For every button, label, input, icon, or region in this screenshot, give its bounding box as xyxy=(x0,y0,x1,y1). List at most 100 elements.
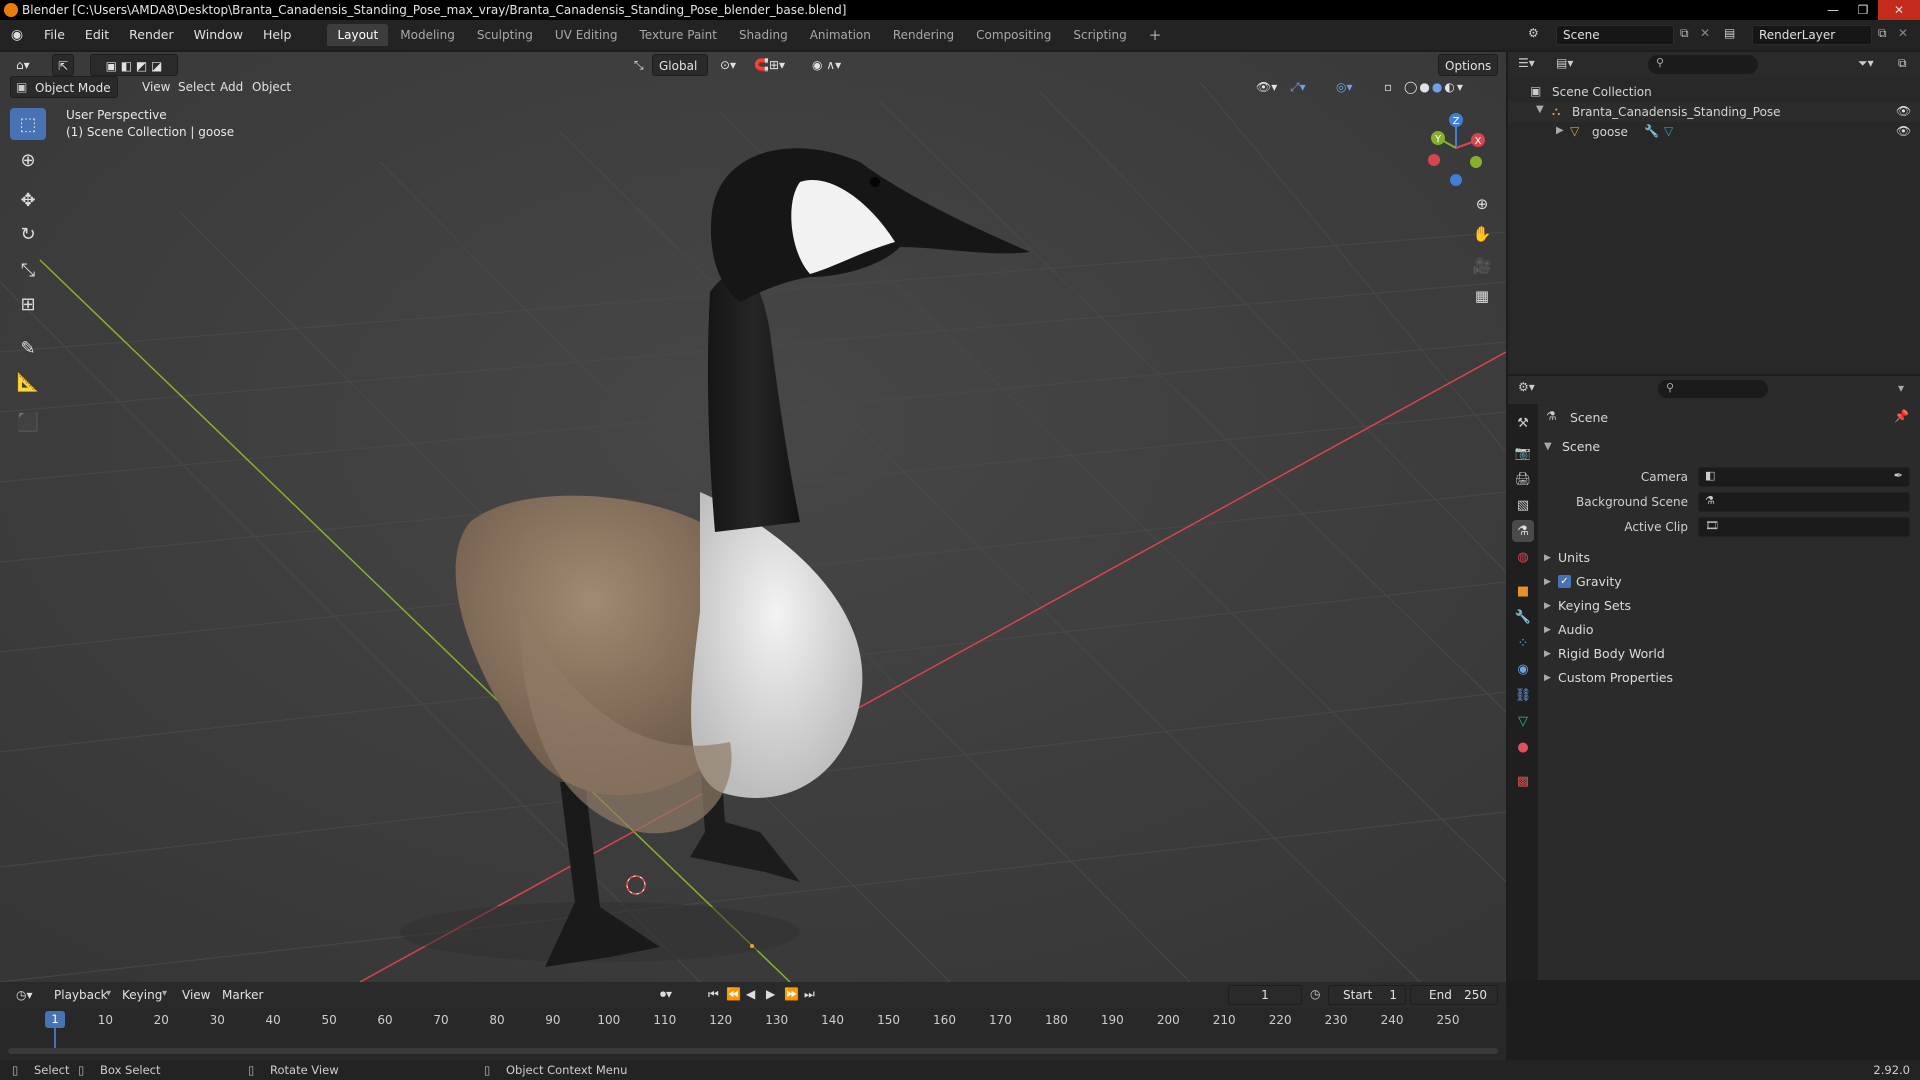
end-frame-field[interactable]: End 250 xyxy=(1410,985,1498,1005)
tab-texture-icon[interactable]: ▩ xyxy=(1512,770,1534,792)
start-frame-field[interactable]: Start 1 xyxy=(1328,985,1406,1005)
outliner-row-goose[interactable]: ▶ ▽ goose 🔧 ▽ 👁 xyxy=(1508,122,1920,142)
scene-selector[interactable]: Scene xyxy=(1556,25,1674,45)
display-mode-icon[interactable]: ▤▾ xyxy=(1556,56,1573,70)
current-frame-field[interactable]: 1 xyxy=(1228,985,1302,1005)
delete-scene-icon[interactable]: ✕ xyxy=(1700,26,1710,40)
menu-render[interactable]: Render xyxy=(119,20,184,50)
delete-renderlayer-icon[interactable]: ✕ xyxy=(1898,26,1908,40)
tab-data-icon[interactable]: ▽ xyxy=(1512,710,1534,732)
tab-object-icon[interactable]: ■ xyxy=(1512,580,1534,602)
gizmo-toggle-icon[interactable]: ⤢▾ xyxy=(1284,76,1312,98)
outliner-row-collection[interactable]: ▼ ⛬ Branta_Canadensis_Standing_Pose 👁 xyxy=(1508,102,1920,122)
active-clip-field[interactable]: 🎞 xyxy=(1698,517,1910,537)
menu-edit[interactable]: Edit xyxy=(75,20,119,50)
tab-world-icon[interactable]: ◍ xyxy=(1512,546,1534,568)
new-scene-icon[interactable]: ⧉ xyxy=(1680,26,1689,41)
outliner-editor-icon[interactable]: ☰▾ xyxy=(1518,56,1535,70)
properties-search-field[interactable] xyxy=(1658,380,1768,398)
marker-menu[interactable]: Marker xyxy=(216,984,269,1006)
tab-animation[interactable]: Animation xyxy=(800,24,881,46)
shading-modes[interactable]: ◯●●◐▾ xyxy=(1398,76,1471,98)
tab-material-icon[interactable]: ● xyxy=(1512,736,1534,758)
scale-tool[interactable]: ⤡ xyxy=(10,254,46,286)
visibility-eye-icon[interactable]: 👁 xyxy=(1896,104,1911,118)
pivot-icon[interactable]: ⊙▾ xyxy=(714,54,742,76)
add-cube-tool[interactable]: ⬛ xyxy=(10,406,46,438)
tab-modifiers-icon[interactable]: 🔧 xyxy=(1512,606,1534,628)
gravity-subpanel[interactable]: ▶ ✓ Gravity xyxy=(1540,571,1910,593)
playback-menu[interactable]: Playback xyxy=(48,984,114,1006)
jump-start-button[interactable]: ⏮ xyxy=(708,987,719,1002)
tab-render-icon[interactable]: 📷 xyxy=(1512,442,1534,464)
new-collection-icon[interactable]: ⧉ xyxy=(1898,56,1907,71)
transform-tool[interactable]: ⊞ xyxy=(10,288,46,320)
tab-shading[interactable]: Shading xyxy=(729,24,798,46)
overlay-toggle-icon[interactable]: ◎▾ xyxy=(1330,76,1359,98)
tab-scene-icon[interactable]: ⚗ xyxy=(1512,520,1534,542)
expand-arrow-icon[interactable]: ▼ xyxy=(1536,104,1544,115)
outliner-row-scene-collection[interactable]: ▣ Scene Collection xyxy=(1508,82,1920,102)
play-reverse-button[interactable]: ◀ xyxy=(746,987,755,1001)
camera-field[interactable]: ◧ ✒ xyxy=(1698,467,1910,487)
keying-sets-subpanel[interactable]: ▶ Keying Sets xyxy=(1540,595,1910,617)
chevron-down-icon[interactable]: ▾ xyxy=(1898,381,1904,395)
expand-arrow-icon[interactable]: ▶ xyxy=(1556,125,1564,136)
xray-toggle-icon[interactable]: ▫ xyxy=(1378,76,1398,98)
viewport-menu-object[interactable]: Object xyxy=(246,76,297,98)
play-button[interactable]: ▶ xyxy=(766,987,775,1001)
renderlayer-selector[interactable]: RenderLayer xyxy=(1752,25,1872,45)
tab-tool-icon[interactable]: ⚒ xyxy=(1512,412,1534,434)
timeline-view-menu[interactable]: View xyxy=(176,984,216,1006)
annotate-tool[interactable]: ✎ xyxy=(10,332,46,364)
measure-tool[interactable]: 📐 xyxy=(10,366,46,398)
menu-window[interactable]: Window xyxy=(184,20,253,50)
menu-file[interactable]: File xyxy=(34,20,75,50)
record-button[interactable]: ⏺▾ xyxy=(660,987,672,1002)
navigation-gizmo[interactable]: Z X Y xyxy=(1416,108,1496,188)
perspective-grid-icon[interactable]: ▦ xyxy=(1468,282,1496,310)
tab-modeling[interactable]: Modeling xyxy=(390,24,465,46)
close-button[interactable]: ✕ xyxy=(1878,0,1920,20)
tab-texture-paint[interactable]: Texture Paint xyxy=(630,24,727,46)
tab-uv-editing[interactable]: UV Editing xyxy=(545,24,628,46)
properties-editor-icon[interactable]: ⚙▾ xyxy=(1518,380,1535,394)
tab-layout[interactable]: Layout xyxy=(327,24,389,46)
options-button[interactable]: Options xyxy=(1438,54,1499,76)
scene-icon[interactable]: ⚙ xyxy=(1528,26,1539,40)
editor-type-button[interactable]: ⌂▾ xyxy=(10,54,36,76)
keying-menu[interactable]: Keying xyxy=(116,984,168,1006)
units-subpanel[interactable]: ▶ Units xyxy=(1540,547,1910,569)
tab-output-icon[interactable]: 🖨 xyxy=(1512,468,1534,490)
custom-properties-subpanel[interactable]: ▶ Custom Properties xyxy=(1540,667,1910,689)
outliner-search-field[interactable] xyxy=(1648,55,1758,74)
renderlayer-icon[interactable]: ▤ xyxy=(1724,26,1735,40)
snap-icon[interactable]: 🧲⊞▾ xyxy=(748,54,791,76)
jump-end-button[interactable]: ⏭ xyxy=(804,987,815,1002)
filter-icon[interactable]: ⏷▾ xyxy=(1858,56,1874,71)
select-box-tool[interactable]: ⬚ xyxy=(10,108,46,140)
cursor-tool[interactable]: ⊕ xyxy=(10,144,46,176)
tab-view-layer-icon[interactable]: ▧ xyxy=(1512,494,1534,516)
maximize-button[interactable]: ❐ xyxy=(1848,0,1878,20)
select-mode-set[interactable]: ▣ ◧ ◩ ◪ xyxy=(90,54,178,76)
menu-help[interactable]: Help xyxy=(253,20,302,50)
playhead[interactable]: 1 xyxy=(45,1011,65,1028)
tab-physics-icon[interactable]: ◉ xyxy=(1512,658,1534,680)
viewport-menu-view[interactable]: View xyxy=(136,76,176,98)
viewport-menu-add[interactable]: Add xyxy=(214,76,249,98)
rotate-tool[interactable]: ↻ xyxy=(10,218,46,250)
visibility-eye-icon[interactable]: 👁 xyxy=(1896,124,1911,138)
gravity-checkbox[interactable]: ✓ xyxy=(1558,575,1571,588)
transform-orientation-icon[interactable]: ⤡ xyxy=(628,54,650,76)
new-renderlayer-icon[interactable]: ⧉ xyxy=(1878,26,1887,41)
audio-subpanel[interactable]: ▶ Audio xyxy=(1540,619,1910,641)
visibility-icon[interactable]: 👁▾ xyxy=(1250,76,1283,98)
prev-keyframe-button[interactable]: ⏪ xyxy=(726,987,741,1001)
scene-panel-header[interactable]: ▼ Scene xyxy=(1540,436,1910,458)
timeline-scrollbar[interactable] xyxy=(8,1048,1498,1054)
proportional-edit-icon[interactable]: ◉ ∧▾ xyxy=(806,54,847,76)
select-mode-tweak[interactable]: ⇱ xyxy=(52,54,74,76)
clock-icon[interactable]: ◷ xyxy=(1310,987,1320,1001)
move-tool[interactable]: ✥ xyxy=(10,184,46,216)
